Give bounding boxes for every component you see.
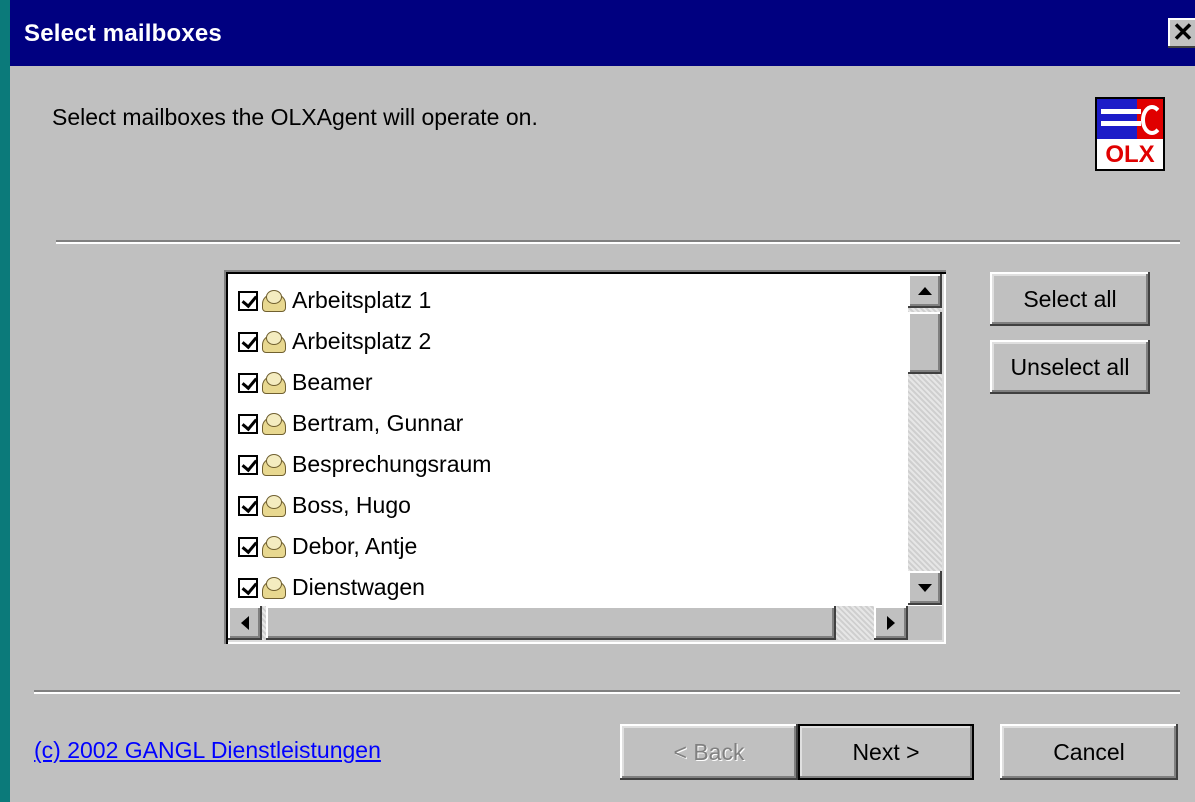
- mailbox-label: Besprechungsraum: [292, 451, 492, 477]
- mailbox-label: Debor, Antje: [292, 533, 418, 559]
- mailbox-list-item[interactable]: Bertram, Gunnar: [236, 403, 896, 444]
- mailbox-icon: [260, 288, 286, 314]
- mailbox-list[interactable]: Arbeitsplatz 1 Arbeitsplatz 2 Beamer Bertra…: [224, 270, 946, 644]
- checkbox-checked-icon[interactable]: [238, 536, 258, 557]
- window-title: Select mailboxes: [24, 20, 222, 47]
- mailbox-icon: [260, 493, 286, 519]
- top-divider: [56, 240, 1180, 244]
- horizontal-scrollbar[interactable]: [228, 606, 908, 640]
- mailbox-list-rows: Arbeitsplatz 1 Arbeitsplatz 2 Beamer Bertra…: [236, 280, 896, 603]
- bottom-divider: [34, 690, 1180, 694]
- copyright-link[interactable]: (c) 2002 GANGL Dienstleistungen: [34, 737, 381, 764]
- mailbox-label: Arbeitsplatz 1: [292, 287, 432, 313]
- logo-text: OLX: [1105, 141, 1155, 168]
- scrollbar-corner: [908, 606, 942, 640]
- arrow-up-icon: [918, 286, 932, 295]
- page-description: Select mailboxes the OLXAgent will opera…: [52, 104, 538, 130]
- mailbox-label: Dienstwagen: [292, 574, 425, 600]
- mailbox-list-item[interactable]: Besprechungsraum: [236, 444, 896, 485]
- olx-logo: OLX: [1095, 97, 1165, 171]
- title-bar[interactable]: Select mailboxes: [10, 0, 1195, 66]
- mailbox-icon: [260, 329, 286, 355]
- mailbox-list-item[interactable]: Debor, Antje: [236, 526, 896, 567]
- checkbox-checked-icon[interactable]: [238, 577, 258, 598]
- checkbox-checked-icon[interactable]: [238, 413, 258, 434]
- select-all-button[interactable]: Select all: [990, 272, 1150, 326]
- checkbox-checked-icon[interactable]: [238, 372, 258, 393]
- back-button[interactable]: < Back: [620, 724, 798, 780]
- mailbox-list-item[interactable]: Boss, Hugo: [236, 485, 896, 526]
- mailbox-list-item[interactable]: Dienstwagen: [236, 567, 896, 603]
- checkbox-checked-icon[interactable]: [238, 331, 258, 352]
- mailbox-label: Boss, Hugo: [292, 492, 411, 518]
- close-icon: ✕: [1172, 17, 1194, 47]
- checkbox-checked-icon[interactable]: [238, 290, 258, 311]
- arrow-down-icon: [918, 583, 932, 592]
- arrow-right-icon: [886, 616, 895, 630]
- arrow-left-icon: [240, 616, 249, 630]
- checkbox-checked-icon[interactable]: [238, 454, 258, 475]
- select-mailboxes-dialog: Select mailboxes ✕ Select mailboxes the …: [10, 0, 1195, 802]
- scroll-right-button[interactable]: [874, 606, 908, 640]
- mailbox-icon: [260, 534, 286, 560]
- scroll-left-button[interactable]: [228, 606, 262, 640]
- mailbox-label: Beamer: [292, 369, 373, 395]
- window-edge: [0, 0, 10, 802]
- mailbox-icon: [260, 452, 286, 478]
- mailbox-icon: [260, 411, 286, 437]
- horizontal-scroll-thumb[interactable]: [266, 606, 836, 640]
- mailbox-label: Arbeitsplatz 2: [292, 328, 432, 354]
- mailbox-list-item[interactable]: Beamer: [236, 362, 896, 403]
- wrench-icon: [1141, 105, 1163, 135]
- unselect-all-button[interactable]: Unselect all: [990, 340, 1150, 394]
- scroll-down-button[interactable]: [908, 571, 942, 605]
- checkbox-checked-icon[interactable]: [238, 495, 258, 516]
- scroll-up-button[interactable]: [908, 274, 942, 308]
- vertical-scrollbar[interactable]: [908, 274, 942, 605]
- close-button[interactable]: ✕: [1168, 18, 1195, 48]
- mailbox-list-item[interactable]: Arbeitsplatz 1: [236, 280, 896, 321]
- mailbox-icon: [260, 575, 286, 601]
- vertical-scroll-thumb[interactable]: [908, 312, 942, 374]
- mailbox-icon: [260, 370, 286, 396]
- mailbox-label: Bertram, Gunnar: [292, 410, 464, 436]
- next-button[interactable]: Next >: [798, 724, 974, 780]
- mailbox-list-item[interactable]: Arbeitsplatz 2: [236, 321, 896, 362]
- cancel-button[interactable]: Cancel: [1000, 724, 1178, 780]
